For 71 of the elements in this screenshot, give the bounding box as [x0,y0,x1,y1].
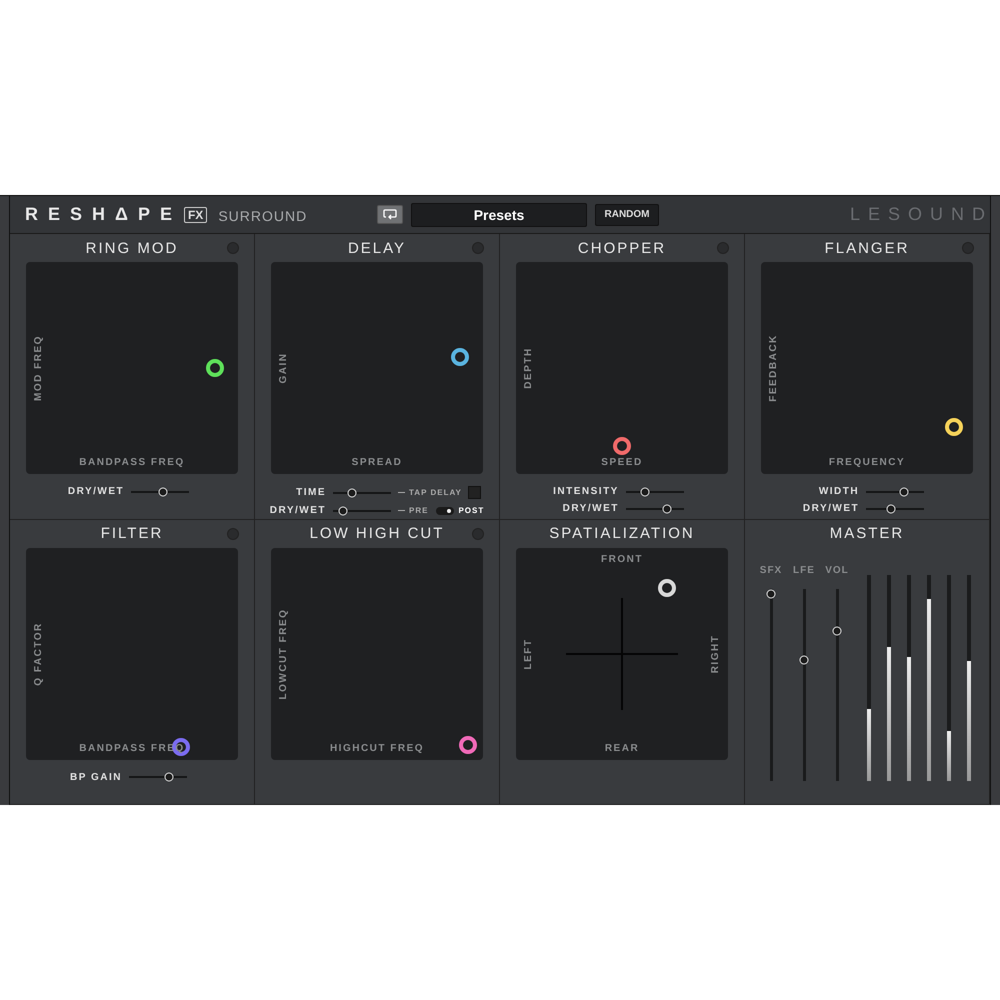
fader-thumb[interactable] [766,590,776,599]
fader-track[interactable] [836,588,838,781]
slider-thumb[interactable] [899,487,908,496]
slider-label: DRY/WET [562,503,619,514]
slider-label: DRY/WET [270,505,326,516]
x-axis-label: FREQUENCY [828,457,906,468]
fader-thumb[interactable] [832,626,842,636]
y-axis-label: Q FACTOR [33,622,44,686]
slider-thumb[interactable] [640,487,650,496]
fader-thumb[interactable] [800,655,808,664]
slider-thumb[interactable] [158,487,168,496]
xy-handle[interactable] [206,359,224,377]
xy-handle[interactable] [459,736,478,754]
slider-label: BP GAIN [70,772,122,782]
slider-label: DRY/WET [802,503,860,514]
right-label: RIGHT [710,634,721,673]
y-axis-label: FEEDBACK [768,334,779,402]
module-title: FILTER [100,525,164,542]
xy-pad[interactable]: SPEED DEPTH [516,262,728,474]
front-label: FRONT [600,554,644,564]
x-axis-label: BANDPASS FREQ [79,457,185,468]
module-title: CHOPPER [578,240,666,256]
surround-pad[interactable]: FRONT REAR LEFT RIGHT [516,548,728,760]
presets-field[interactable]: Presets [411,202,587,226]
slider-label: WIDTH [818,486,860,497]
xy-handle[interactable] [450,348,469,366]
xy-handle[interactable] [613,437,631,456]
xy-pad[interactable]: BANDPASS FREQ MOD FREQ [26,262,238,474]
switch-label: POST [458,506,484,515]
app-subtitle: SURROUND [218,208,308,224]
module-title: DELAY [348,240,406,256]
module-title: LOW HIGH CUT [310,525,444,542]
y-axis-label: GAIN [278,352,289,384]
slider-thumb[interactable] [348,488,357,497]
fader-track[interactable] [770,588,772,781]
x-axis-label: SPEED [601,457,643,468]
x-axis-label: SPREAD [352,457,402,468]
fader-label: LFE [793,564,815,578]
xy-pad[interactable]: FREQUENCY FEEDBACK [761,262,973,474]
loop-icon [383,209,397,220]
slider-thumb[interactable] [164,772,174,782]
brand-logo: LESOUND [850,204,993,225]
slider-label: DRY/WET [68,486,124,497]
fader-track[interactable] [802,588,806,781]
switch-label: PRE [409,506,428,515]
crosshair-icon [566,598,678,710]
app-logo: RESHΔPE [25,204,182,225]
pre-post-switch[interactable] [436,506,454,514]
module-title: MASTER [830,525,904,542]
slider-thumb[interactable] [886,504,896,513]
y-axis-label: LOWCUT FREQ [278,608,289,699]
module-title: RING MOD [86,240,178,256]
x-axis-label: HIGHCUT FREQ [330,742,424,754]
fader-label: SFX [760,564,782,578]
tap-delay-label: TAP DELAY [409,488,462,497]
left-label: LEFT [523,638,534,669]
slider-thumb[interactable] [662,504,672,513]
loop-button[interactable] [377,205,403,224]
slider-thumb[interactable] [338,506,348,515]
xy-pad[interactable]: SPREAD GAIN [271,262,483,474]
xy-pad[interactable]: HIGHCUT FREQ LOWCUT FREQ [271,548,483,760]
fader-label: VOL [825,564,849,578]
module-title: FLANGER [824,240,910,256]
y-axis-label: DEPTH [523,347,534,389]
module-title: SPATIALIZATION [549,525,695,542]
slider-label: INTENSITY [553,486,619,497]
rear-label: REAR [604,742,640,754]
y-axis-label: MOD FREQ [33,335,44,401]
fx-badge: FX [184,206,208,222]
random-button[interactable]: RANDOM [595,204,659,226]
slider-label: TIME [295,487,326,498]
